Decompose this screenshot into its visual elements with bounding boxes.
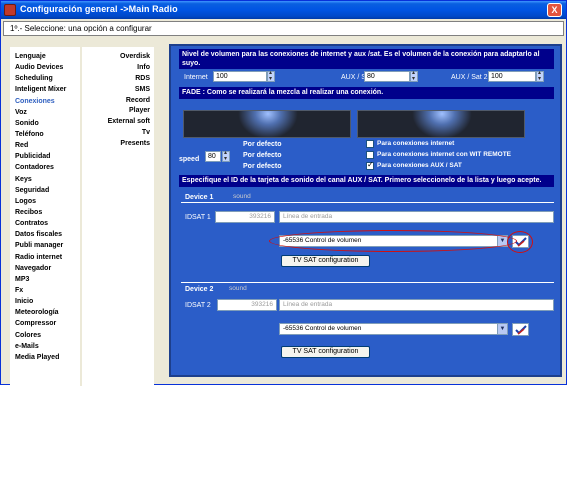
menu-right-column: Overdisk Info RDS SMS Record Player External s… <box>86 53 150 151</box>
volume-header: Nivel de volumen para las conexiones de … <box>179 49 554 69</box>
menu-right-item-0[interactable]: Overdisk <box>86 53 150 64</box>
menu-item-26[interactable]: e-Mails <box>15 343 66 354</box>
device2-control-value: -65536 Control de volumen <box>283 325 362 332</box>
menu-item-7[interactable]: Teléfono <box>15 131 66 142</box>
device2-control-select[interactable]: -65536 Control de volumen ▼ <box>279 323 508 335</box>
check-internet-box[interactable] <box>366 140 374 148</box>
menu-item-1[interactable]: Audio Devices <box>15 64 66 75</box>
default-label-1: Por defecto <box>243 141 282 148</box>
check-aux-sat-box[interactable] <box>366 160 374 170</box>
fade-preview-left <box>183 110 351 138</box>
device2-sound: sound <box>229 285 247 292</box>
menu-item-5[interactable]: Voz <box>15 109 66 120</box>
idsat2-input[interactable]: 393216 <box>217 299 277 311</box>
menu-item-16[interactable]: Datos fiscales <box>15 231 66 242</box>
check-wit-remote-label: Para conexiones internet con WIT REMOTE <box>377 151 511 158</box>
check-internet-label: Para conexiones internet <box>377 140 455 147</box>
default-label-2: Por defecto <box>243 152 282 159</box>
menu-left-column: Lenguaje Audio Devices Scheduling Inteligen… <box>15 53 66 365</box>
menu-item-13[interactable]: Logos <box>15 198 66 209</box>
menu-right-item-8[interactable]: Presents <box>86 140 150 151</box>
menu-item-10[interactable]: Contadores <box>15 164 66 175</box>
speed-spinner[interactable] <box>222 149 230 162</box>
close-button[interactable]: X <box>547 3 562 17</box>
annotation-circle <box>507 231 533 253</box>
idsat1-input[interactable]: 393216 <box>215 211 275 223</box>
connections-panel: Nivel de volumen para las conexiones de … <box>169 44 562 377</box>
aux2-volume-input[interactable]: 100 <box>488 71 536 82</box>
device2-label: Device 2 <box>185 286 214 293</box>
menu-item-17[interactable]: Publi manager <box>15 242 66 253</box>
menu-item-14[interactable]: Recibos <box>15 209 66 220</box>
menu-item-20[interactable]: MP3 <box>15 276 66 287</box>
config-window: Configuración general ->Main Radio X 1º.… <box>0 0 567 386</box>
internet-label: Internet <box>184 74 208 81</box>
aux2-volume-spinner[interactable] <box>536 69 544 82</box>
menu-item-11[interactable]: Keys <box>15 176 66 187</box>
speed-label: speed <box>179 156 200 163</box>
aux2-label: AUX / Sat 2 <box>451 74 488 81</box>
aux-header: Especifique el ID de la tarjeta de sonid… <box>179 175 554 187</box>
menu-item-21[interactable]: Fx <box>15 287 66 298</box>
app-icon <box>4 4 16 16</box>
menu-item-6[interactable]: Sonido <box>15 120 66 131</box>
menu-item-2[interactable]: Scheduling <box>15 75 66 86</box>
menu-item-12[interactable]: Seguridad <box>15 187 66 198</box>
device1-line-input[interactable]: Línea de entrada <box>279 211 554 223</box>
title-bar[interactable]: Configuración general ->Main Radio X <box>1 1 566 19</box>
accept-check-icon <box>515 325 527 335</box>
internet-volume-spinner[interactable] <box>267 69 275 82</box>
menu-item-0[interactable]: Lenguaje <box>15 53 66 64</box>
idsat2-label: IDSAT 2 <box>185 302 211 309</box>
menu-right-item-3[interactable]: SMS <box>86 86 150 97</box>
menu-right-item-1[interactable]: Info <box>86 64 150 75</box>
menu-right-item-2[interactable]: RDS <box>86 75 150 86</box>
chevron-down-icon[interactable]: ▼ <box>497 324 507 334</box>
device2-line-input[interactable]: Línea de entrada <box>279 299 554 311</box>
device1-label: Device 1 <box>185 194 214 201</box>
default-label-3: Por defecto <box>243 163 282 170</box>
annotation-ellipse <box>269 230 517 252</box>
idsat1-label: IDSAT 1 <box>185 214 211 221</box>
menu-item-27[interactable]: Media Played <box>15 354 66 365</box>
options-list: Lenguaje Audio Devices Scheduling Inteligen… <box>10 47 154 386</box>
fade-header: FADE : Como se realizará la mezcla al re… <box>179 87 554 99</box>
internet-volume-input[interactable]: 100 <box>213 71 267 82</box>
menu-item-15[interactable]: Contratos <box>15 220 66 231</box>
menu-item-22[interactable]: Inicio <box>15 298 66 309</box>
menu-item-3[interactable]: Inteligent Mixer <box>15 86 66 97</box>
speed-input[interactable]: 80 <box>205 151 221 162</box>
device1-tvsat-button[interactable]: TV SAT configuration <box>281 255 370 267</box>
menu-item-25[interactable]: Colores <box>15 332 66 343</box>
menu-right-item-7[interactable]: Tv <box>86 129 150 140</box>
fade-preview-right <box>357 110 525 138</box>
instruction-text: 1º.- Seleccione: una opción a configurar <box>10 24 152 33</box>
instruction-bar: 1º.- Seleccione: una opción a configurar <box>3 21 564 36</box>
menu-item-4[interactable]: Conexiones <box>15 98 66 109</box>
check-wit-remote-box[interactable] <box>366 151 374 159</box>
device2-tvsat-button[interactable]: TV SAT configuration <box>281 346 370 358</box>
menu-right-item-4[interactable]: Record <box>86 97 150 108</box>
menu-right-item-6[interactable]: External soft <box>86 118 150 129</box>
menu-right-item-5[interactable]: Player <box>86 107 150 118</box>
menu-item-23[interactable]: Meteorología <box>15 309 66 320</box>
window-title: Configuración general ->Main Radio <box>20 4 178 14</box>
menu-item-24[interactable]: Compressor <box>15 320 66 331</box>
device1-sound: sound <box>233 193 251 200</box>
menu-item-18[interactable]: Radio internet <box>15 254 66 265</box>
check-aux-sat-label: Para conexiones AUX / SAT <box>377 162 462 169</box>
menu-item-19[interactable]: Navegador <box>15 265 66 276</box>
device2-separator <box>181 282 554 283</box>
aux1-volume-input[interactable]: 80 <box>364 71 410 82</box>
menu-item-9[interactable]: Publicidad <box>15 153 66 164</box>
menu-item-8[interactable]: Red <box>15 142 66 153</box>
aux1-volume-spinner[interactable] <box>410 69 418 82</box>
device1-separator <box>181 202 554 203</box>
device2-accept-button[interactable] <box>512 323 529 336</box>
column-divider <box>80 47 82 386</box>
